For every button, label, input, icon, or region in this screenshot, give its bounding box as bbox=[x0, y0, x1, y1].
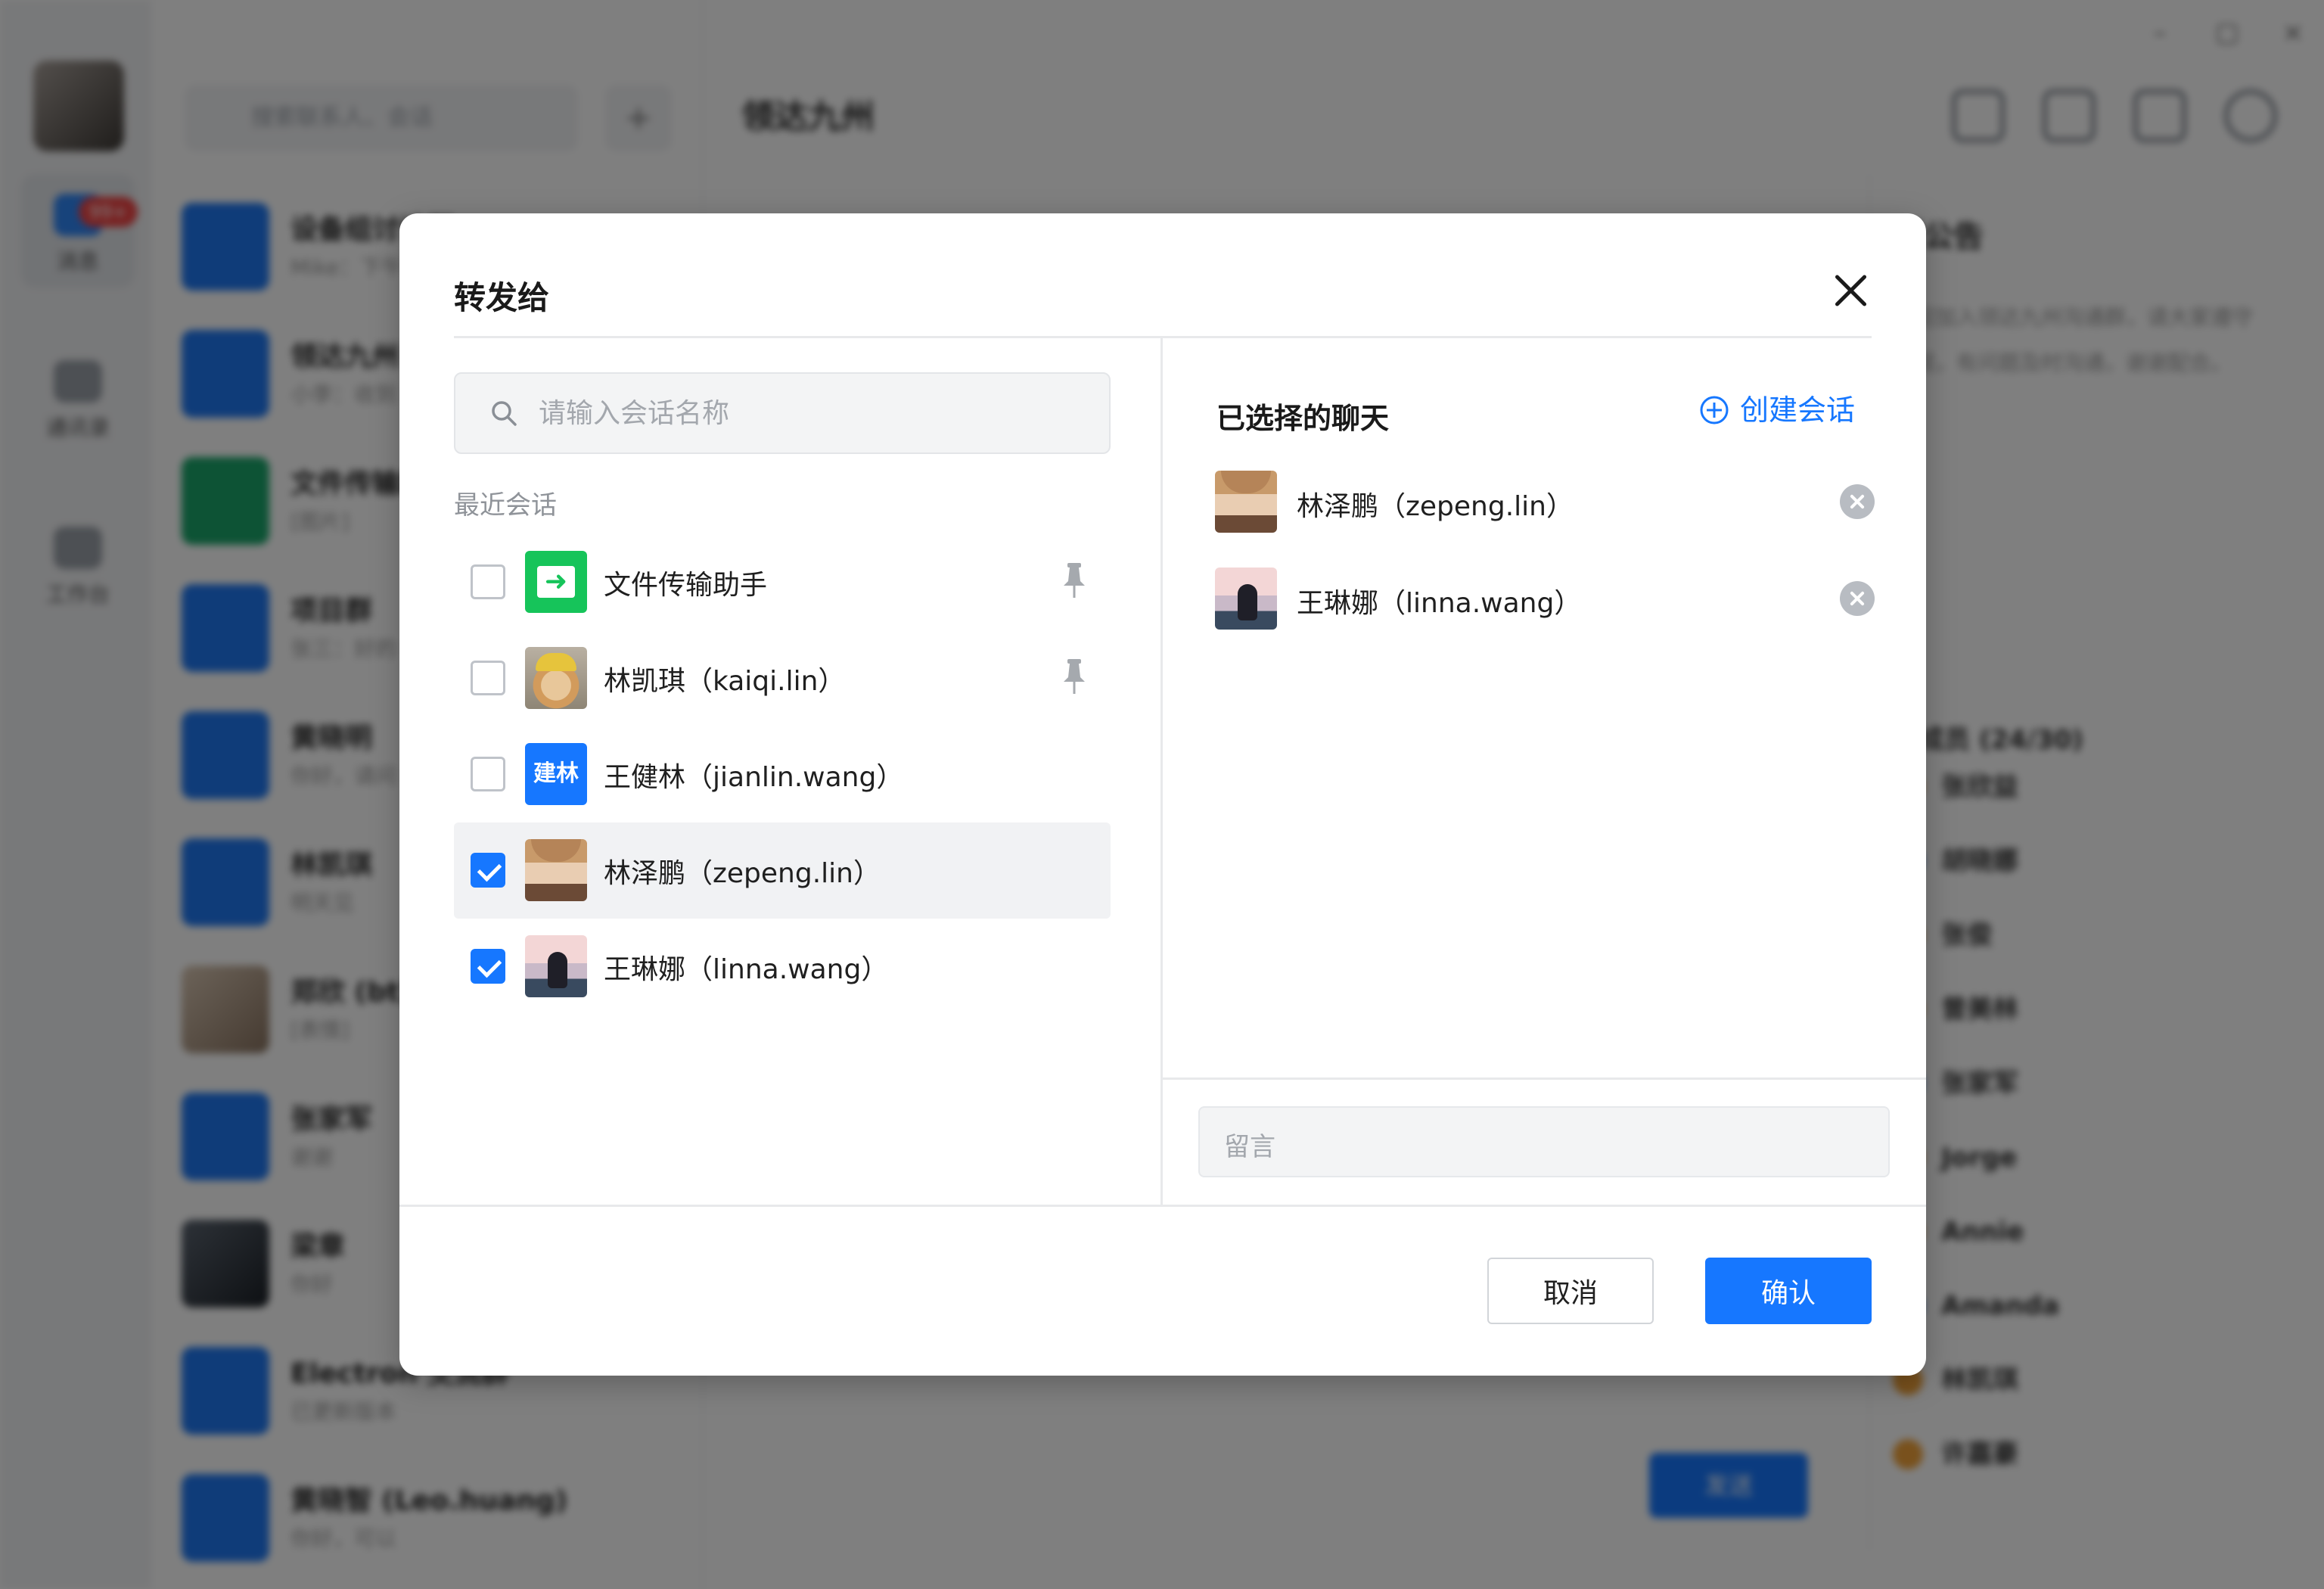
avatar bbox=[525, 839, 587, 901]
recent-item-kaiqi-lin[interactable]: 林凯琪（kaiqi.lin） bbox=[454, 630, 1111, 726]
recent-item-zepeng-lin[interactable]: 林泽鹏（zepeng.lin） bbox=[454, 822, 1111, 919]
conversation-name: 林泽鹏（zepeng.lin） bbox=[604, 858, 881, 889]
recent-item-file-transfer[interactable]: ➜ 文件传输助手 bbox=[454, 534, 1111, 630]
divider bbox=[1163, 1077, 1926, 1080]
avatar bbox=[1215, 471, 1277, 533]
selected-name: 林泽鹏（zepeng.lin） bbox=[1297, 491, 1574, 522]
recent-item-linna-wang[interactable]: 王琳娜（linna.wang） bbox=[454, 919, 1111, 1015]
message-box[interactable] bbox=[1198, 1106, 1890, 1177]
selected-list: 林泽鹏（zepeng.lin） 王琳娜（linna.wang） bbox=[1215, 471, 1875, 664]
checkbox[interactable] bbox=[471, 661, 505, 695]
message-input[interactable] bbox=[1200, 1108, 1888, 1176]
avatar bbox=[525, 647, 587, 709]
pin-icon[interactable] bbox=[1059, 561, 1089, 599]
conversation-name: 王琳娜（linna.wang） bbox=[604, 954, 889, 985]
search-icon bbox=[492, 401, 517, 426]
remove-icon[interactable] bbox=[1840, 484, 1875, 519]
checkbox-checked[interactable] bbox=[471, 853, 505, 888]
recent-item-jianlin-wang[interactable]: 建林 王健林（jianlin.wang） bbox=[454, 726, 1111, 822]
cancel-button[interactable]: 取消 bbox=[1487, 1258, 1654, 1324]
search-input[interactable] bbox=[539, 374, 1091, 452]
selected-title: 已选择的聊天 bbox=[1216, 402, 1390, 435]
conversation-name: 王健林（jianlin.wang） bbox=[604, 762, 904, 793]
search-field[interactable] bbox=[454, 372, 1111, 454]
create-conversation-button[interactable]: 创建会话 bbox=[1699, 390, 1855, 430]
dialog-title: 转发给 bbox=[454, 279, 550, 316]
divider bbox=[454, 336, 1872, 338]
recent-label: 最近会话 bbox=[454, 490, 557, 521]
checkbox[interactable] bbox=[471, 564, 505, 599]
selected-item-zepeng-lin: 林泽鹏（zepeng.lin） bbox=[1215, 471, 1875, 568]
divider bbox=[1160, 338, 1163, 1205]
confirm-button[interactable]: 确认 bbox=[1705, 1258, 1872, 1324]
avatar bbox=[525, 935, 587, 997]
checkbox-checked[interactable] bbox=[471, 949, 505, 984]
avatar bbox=[1215, 568, 1277, 630]
pin-icon[interactable] bbox=[1059, 658, 1089, 695]
plus-circle-icon bbox=[1700, 396, 1729, 424]
remove-icon[interactable] bbox=[1840, 581, 1875, 616]
selected-name: 王琳娜（linna.wang） bbox=[1297, 588, 1582, 619]
close-icon[interactable] bbox=[1829, 269, 1872, 312]
recent-conversation-list: ➜ 文件传输助手 林凯琪（kaiqi.lin） 建林 王健林（jianlin.w… bbox=[454, 534, 1111, 1015]
forward-dialog: 转发给 最近会话 ➜ 文件传输助手 林凯琪（kaiqi.lin） bbox=[399, 213, 1926, 1376]
create-conversation-label: 创建会话 bbox=[1740, 393, 1856, 427]
selected-item-linna-wang: 王琳娜（linna.wang） bbox=[1215, 568, 1875, 664]
conversation-name: 文件传输助手 bbox=[604, 570, 768, 601]
divider bbox=[399, 1205, 1926, 1207]
checkbox[interactable] bbox=[471, 757, 505, 791]
avatar: 建林 bbox=[525, 743, 587, 805]
conversation-name: 林凯琪（kaiqi.lin） bbox=[604, 666, 846, 697]
file-transfer-icon: ➜ bbox=[525, 551, 587, 613]
